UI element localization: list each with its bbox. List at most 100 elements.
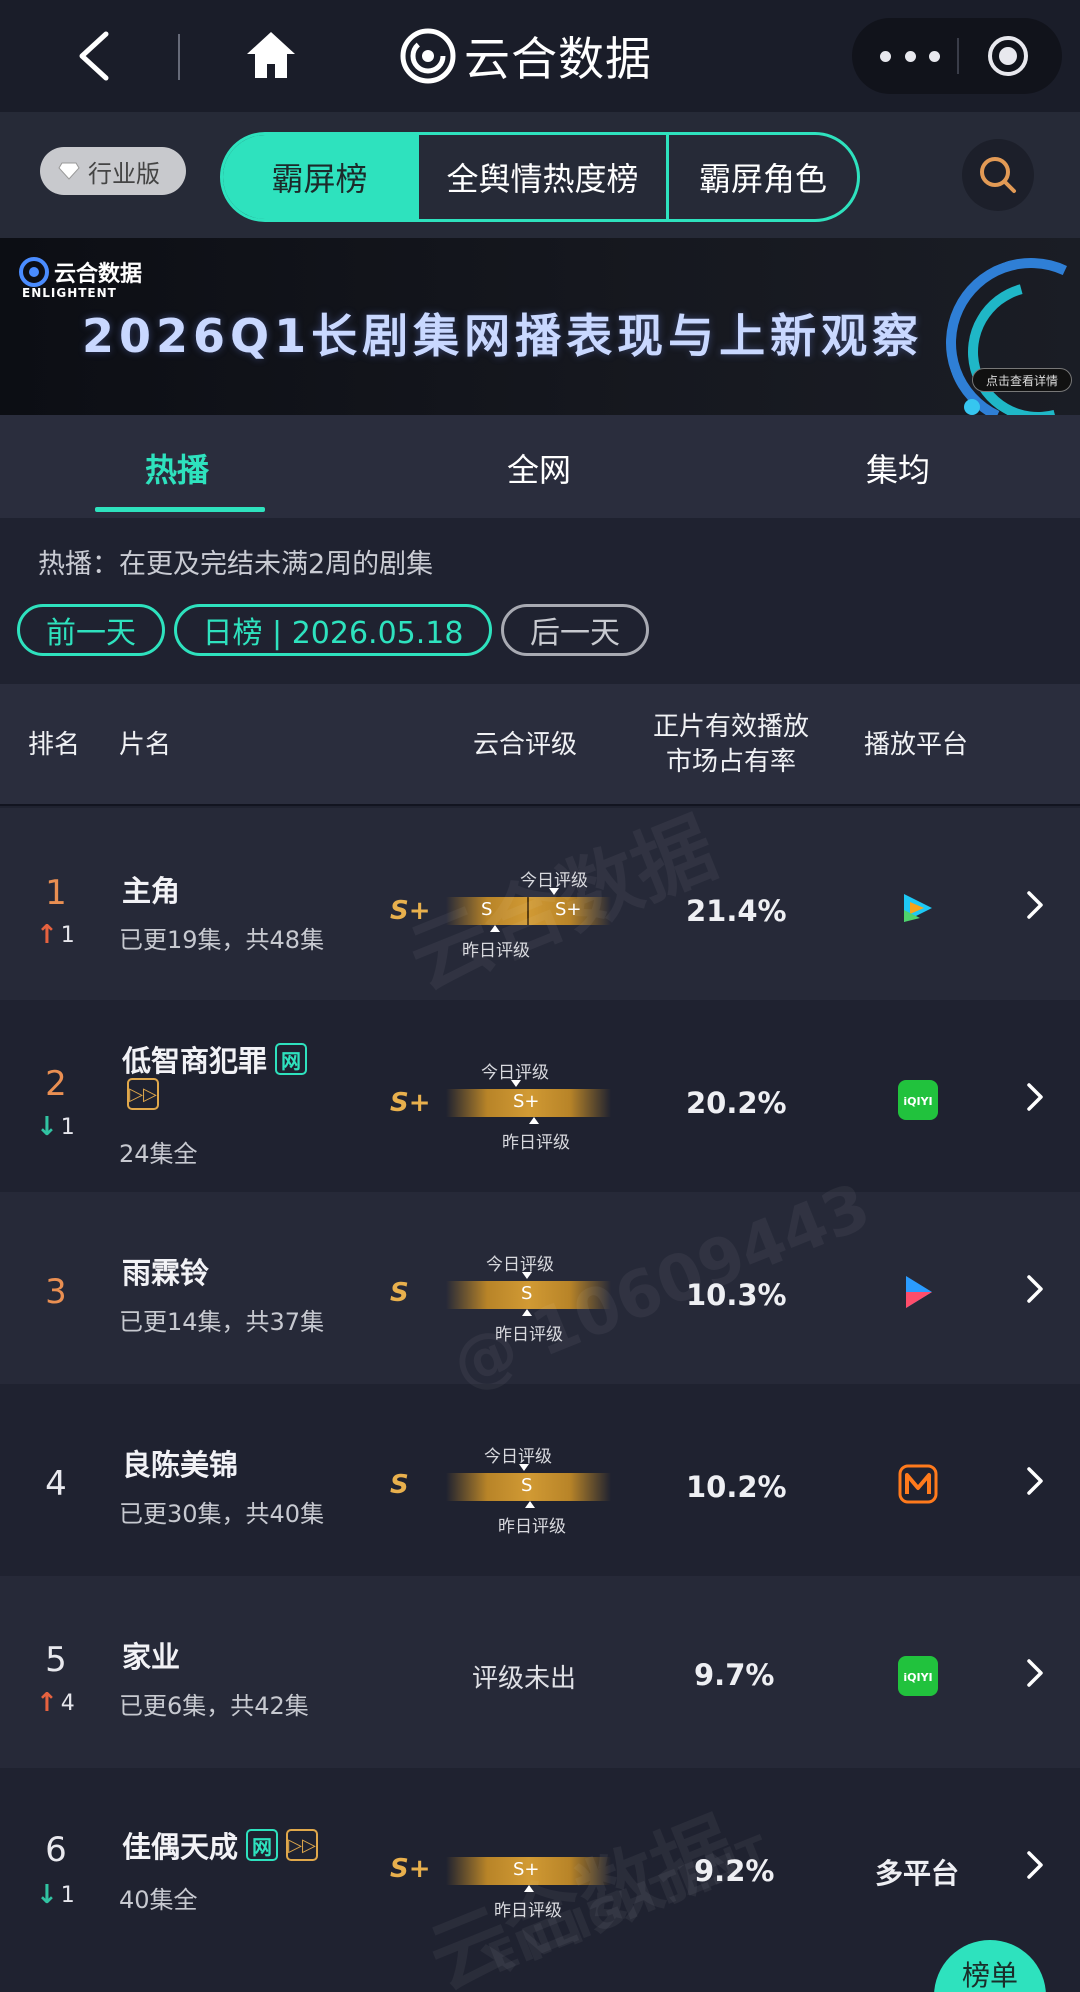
diamond-icon xyxy=(58,162,80,180)
banner-cta[interactable]: 点击查看详情 xyxy=(972,368,1072,392)
yunhe-logo-icon xyxy=(400,28,456,84)
grade-value: S xyxy=(390,1470,409,1500)
rank-number: 2 xyxy=(45,1064,67,1104)
grade-bar: S xyxy=(446,1281,611,1309)
episode-info: 已更6集，共42集 xyxy=(119,1692,309,1720)
search-button[interactable] xyxy=(962,139,1034,211)
tab-all-network[interactable]: 全网 xyxy=(507,445,571,491)
today-grade: S+ xyxy=(555,899,582,920)
svg-text:iQIYI: iQIYI xyxy=(903,1671,932,1684)
banner-title: 2026Q1长剧集网播表现与上新观察 xyxy=(82,309,924,363)
col-grade: 云合评级 xyxy=(473,730,578,760)
yesterday-marker-icon xyxy=(522,1309,532,1316)
search-icon xyxy=(980,157,1016,193)
rank-number: 3 xyxy=(45,1272,67,1312)
hot-definition-note: 热播：在更及完结未满2周的剧集 xyxy=(38,549,434,580)
rank-number: 5 xyxy=(45,1640,67,1680)
today-grade-label: 今日评级 xyxy=(486,1255,554,1275)
industry-edition-badge[interactable]: 行业版 xyxy=(40,147,186,195)
rank-change: ↑ 1 xyxy=(36,920,75,950)
mango-tv-icon xyxy=(898,1464,938,1504)
rank-change-value: 1 xyxy=(60,1114,75,1140)
today-grade: S+ xyxy=(513,1859,540,1880)
home-icon[interactable] xyxy=(243,28,299,82)
mini-program-capsule xyxy=(852,18,1062,94)
brand: 云合数据 xyxy=(400,26,652,86)
segment-dominant-roles[interactable]: 霸屏角色 xyxy=(666,135,857,219)
tab-per-episode[interactable]: 集均 xyxy=(866,445,930,491)
segment-public-opinion[interactable]: 全舆情热度榜 xyxy=(416,135,666,219)
drama-title: 良陈美锦 xyxy=(122,1442,238,1484)
market-share: 9.2% xyxy=(694,1854,775,1888)
ranking-segment: 霸屏榜 全舆情热度榜 霸屏角色 xyxy=(220,132,860,222)
chevron-right-icon[interactable] xyxy=(1024,1656,1046,1690)
rank-change-value: 1 xyxy=(60,922,75,948)
today-grade: S xyxy=(521,1283,533,1304)
banner-dot-decoration xyxy=(964,399,980,415)
table-row[interactable]: 2 ↓ 1 低智商犯罪 网 ▷▷ 24集全 S+ 今日评级 S+ 昨日评级 20.… xyxy=(0,1000,1080,1192)
yesterday-grade-label: 昨日评级 xyxy=(498,1517,566,1537)
market-share: 10.2% xyxy=(686,1470,787,1504)
drama-title-text: 低智商犯罪 xyxy=(122,1044,268,1078)
drama-title: 主角 xyxy=(122,868,180,910)
capsule-divider xyxy=(957,38,959,74)
segment-dominant-screen[interactable]: 霸屏榜 xyxy=(223,135,416,219)
today-marker-icon xyxy=(519,1464,529,1471)
chevron-right-icon[interactable] xyxy=(1024,1272,1046,1306)
tab-hot[interactable]: 热播 xyxy=(145,445,209,491)
episode-info: 已更19集，共48集 xyxy=(119,926,325,954)
table-row[interactable]: 1 ↑ 1 主角 已更19集，共48集 S+ 今日评级 S S+ 昨日评级 21.… xyxy=(0,808,1080,1000)
promo-banner[interactable]: 云合数据 ENLIGHTENT 2026Q1长剧集网播表现与上新观察 点击查看详… xyxy=(0,238,1080,415)
toolbar: 行业版 霸屏榜 全舆情热度榜 霸屏角色 xyxy=(0,112,1080,238)
industry-badge-label: 行业版 xyxy=(88,159,160,188)
back-arrow-icon[interactable] xyxy=(70,28,118,84)
tencent-video-icon xyxy=(904,894,932,922)
chevron-right-icon[interactable] xyxy=(1024,1464,1046,1498)
vip-tag-line: ▷▷ xyxy=(127,1078,159,1110)
episode-info: 40集全 xyxy=(119,1886,198,1914)
yesterday-grade: S xyxy=(481,899,493,920)
chevron-right-icon[interactable] xyxy=(1024,1080,1046,1114)
yunhe-logo-icon xyxy=(19,257,49,287)
drama-title: 家业 xyxy=(122,1634,180,1676)
chevron-right-icon[interactable] xyxy=(1024,888,1046,922)
more-icon[interactable] xyxy=(880,38,940,74)
yesterday-marker-icon xyxy=(524,1885,534,1892)
table-header: 排名 片名 云合评级 正片有效播放 市场占有率 播放平台 xyxy=(0,684,1080,806)
iqiyi-icon: iQIYI xyxy=(898,1656,938,1696)
drama-title: 佳偶天成 网 ▷▷ xyxy=(122,1824,319,1866)
table-row[interactable]: 4 良陈美锦 已更30集，共40集 S 今日评级 S 昨日评级 10.2% xyxy=(0,1384,1080,1576)
table-row[interactable]: 3 雨霖铃 已更14集，共37集 S 今日评级 S 昨日评级 10.3% xyxy=(0,1192,1080,1384)
vip-tag-icon: ▷▷ xyxy=(127,1078,159,1110)
prev-day-button[interactable]: 前一天 xyxy=(17,604,165,656)
yesterday-marker-icon xyxy=(525,1501,535,1508)
rank-number: 4 xyxy=(45,1464,67,1504)
chart-tabs: 热播 全网 集均 xyxy=(0,415,1080,518)
table-row[interactable]: 5 ↑ 4 家业 已更6集，共42集 评级未出 9.7% iQIYI xyxy=(0,1576,1080,1768)
divider xyxy=(178,34,180,80)
rank-change-value: 4 xyxy=(60,1690,75,1716)
yesterday-marker-icon xyxy=(490,925,500,932)
arrow-up-icon: ↑ xyxy=(36,1688,58,1718)
banner-logo-text: 云合数据 xyxy=(54,262,143,287)
banner-logo: 云合数据 xyxy=(18,256,142,288)
grade-value: S+ xyxy=(390,1854,431,1884)
yesterday-grade-label: 昨日评级 xyxy=(495,1325,563,1345)
svg-text:iQIYI: iQIYI xyxy=(903,1095,932,1108)
drama-title-text: 良陈美锦 xyxy=(122,1448,239,1482)
drama-title-text: 家业 xyxy=(122,1640,181,1674)
drama-title-text: 雨霖铃 xyxy=(122,1256,210,1290)
close-target-icon[interactable] xyxy=(988,36,1028,76)
web-drama-tag: 网 xyxy=(275,1043,308,1075)
top-bar: 云合数据 xyxy=(0,0,1080,112)
grade-bar: S S+ xyxy=(446,897,611,925)
market-share: 10.3% xyxy=(686,1278,787,1312)
table-row[interactable]: 6 ↓ 1 佳偶天成 网 ▷▷ 40集全 S+ S+ 昨日评级 9.2% 多平台 xyxy=(0,1768,1080,1960)
tab-active-indicator xyxy=(95,507,265,512)
rank-number: 1 xyxy=(45,873,67,913)
col-share-line1: 正片有效播放 xyxy=(652,712,809,742)
chevron-right-icon[interactable] xyxy=(1024,1848,1046,1882)
date-selector[interactable]: 日榜 | 2026.05.18 xyxy=(174,604,492,656)
next-day-button[interactable]: 后一天 xyxy=(501,604,649,656)
rank-change: ↓ 1 xyxy=(36,1112,75,1142)
